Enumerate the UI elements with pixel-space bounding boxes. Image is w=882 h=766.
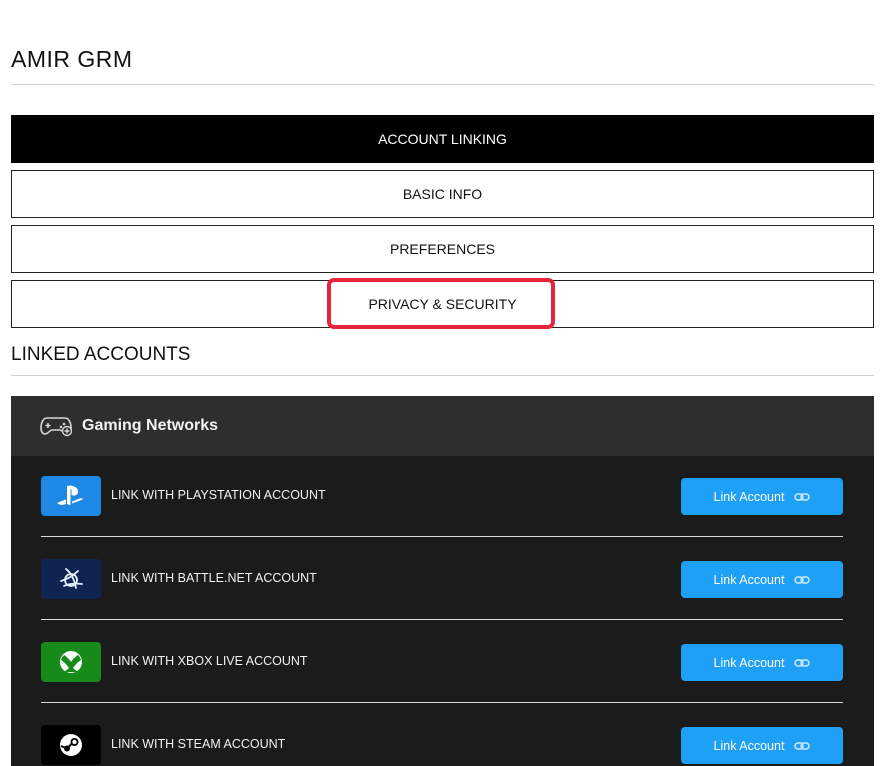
row-divider xyxy=(41,619,843,620)
row-label: LINK WITH PLAYSTATION ACCOUNT xyxy=(111,488,326,502)
chain-link-icon xyxy=(794,575,811,584)
playstation-logo-icon xyxy=(41,476,101,516)
gaming-networks-panel: Gaming Networks LINK WITH PLAYSTATION AC… xyxy=(11,396,874,766)
gamepad-icon xyxy=(40,417,72,437)
row-divider xyxy=(41,536,843,537)
button-label: Link Account xyxy=(713,655,785,670)
list-item-xbox: LINK WITH XBOX LIVE ACCOUNT Link Account xyxy=(41,642,843,682)
panel-header: Gaming Networks xyxy=(11,396,874,456)
battlenet-logo-icon xyxy=(41,559,101,599)
button-label: Link Account xyxy=(713,738,785,753)
row-divider xyxy=(41,702,843,703)
tab-account-linking[interactable]: ACCOUNT LINKING xyxy=(11,115,874,163)
tab-label: PRIVACY & SECURITY xyxy=(368,296,517,312)
section-title: LINKED ACCOUNTS xyxy=(11,344,191,365)
tab-privacy-security[interactable]: PRIVACY & SECURITY xyxy=(11,280,874,328)
steam-logo-icon xyxy=(41,725,101,765)
link-account-button[interactable]: Link Account xyxy=(681,727,843,764)
link-account-button[interactable]: Link Account xyxy=(681,644,843,681)
row-label: LINK WITH STEAM ACCOUNT xyxy=(111,737,286,751)
tab-basic-info[interactable]: BASIC INFO xyxy=(11,170,874,218)
tab-label: BASIC INFO xyxy=(402,186,483,202)
chain-link-icon xyxy=(794,492,811,501)
section-divider xyxy=(11,375,874,376)
xbox-logo-icon xyxy=(41,642,101,682)
list-item-steam: LINK WITH STEAM ACCOUNT Link Account xyxy=(41,725,843,765)
panel-title: Gaming Networks xyxy=(82,417,219,434)
link-account-button[interactable]: Link Account xyxy=(681,561,843,598)
tab-label: PREFERENCES xyxy=(389,241,496,257)
list-item-battlenet: LINK WITH BATTLE.NET ACCOUNT Link Accoun… xyxy=(41,559,843,599)
header-divider xyxy=(11,84,874,85)
tab-preferences[interactable]: PREFERENCES xyxy=(11,225,874,273)
button-label: Link Account xyxy=(713,572,785,587)
profile-username: AMIR GRM xyxy=(11,46,133,72)
link-account-button[interactable]: Link Account xyxy=(681,478,843,515)
button-label: Link Account xyxy=(713,489,785,504)
chain-link-icon xyxy=(794,658,811,667)
tab-label: ACCOUNT LINKING xyxy=(378,131,507,147)
list-item-playstation: LINK WITH PLAYSTATION ACCOUNT Link Accou… xyxy=(41,476,843,516)
row-label: LINK WITH XBOX LIVE ACCOUNT xyxy=(111,654,308,668)
chain-link-icon xyxy=(794,741,811,750)
row-label: LINK WITH BATTLE.NET ACCOUNT xyxy=(111,571,317,585)
